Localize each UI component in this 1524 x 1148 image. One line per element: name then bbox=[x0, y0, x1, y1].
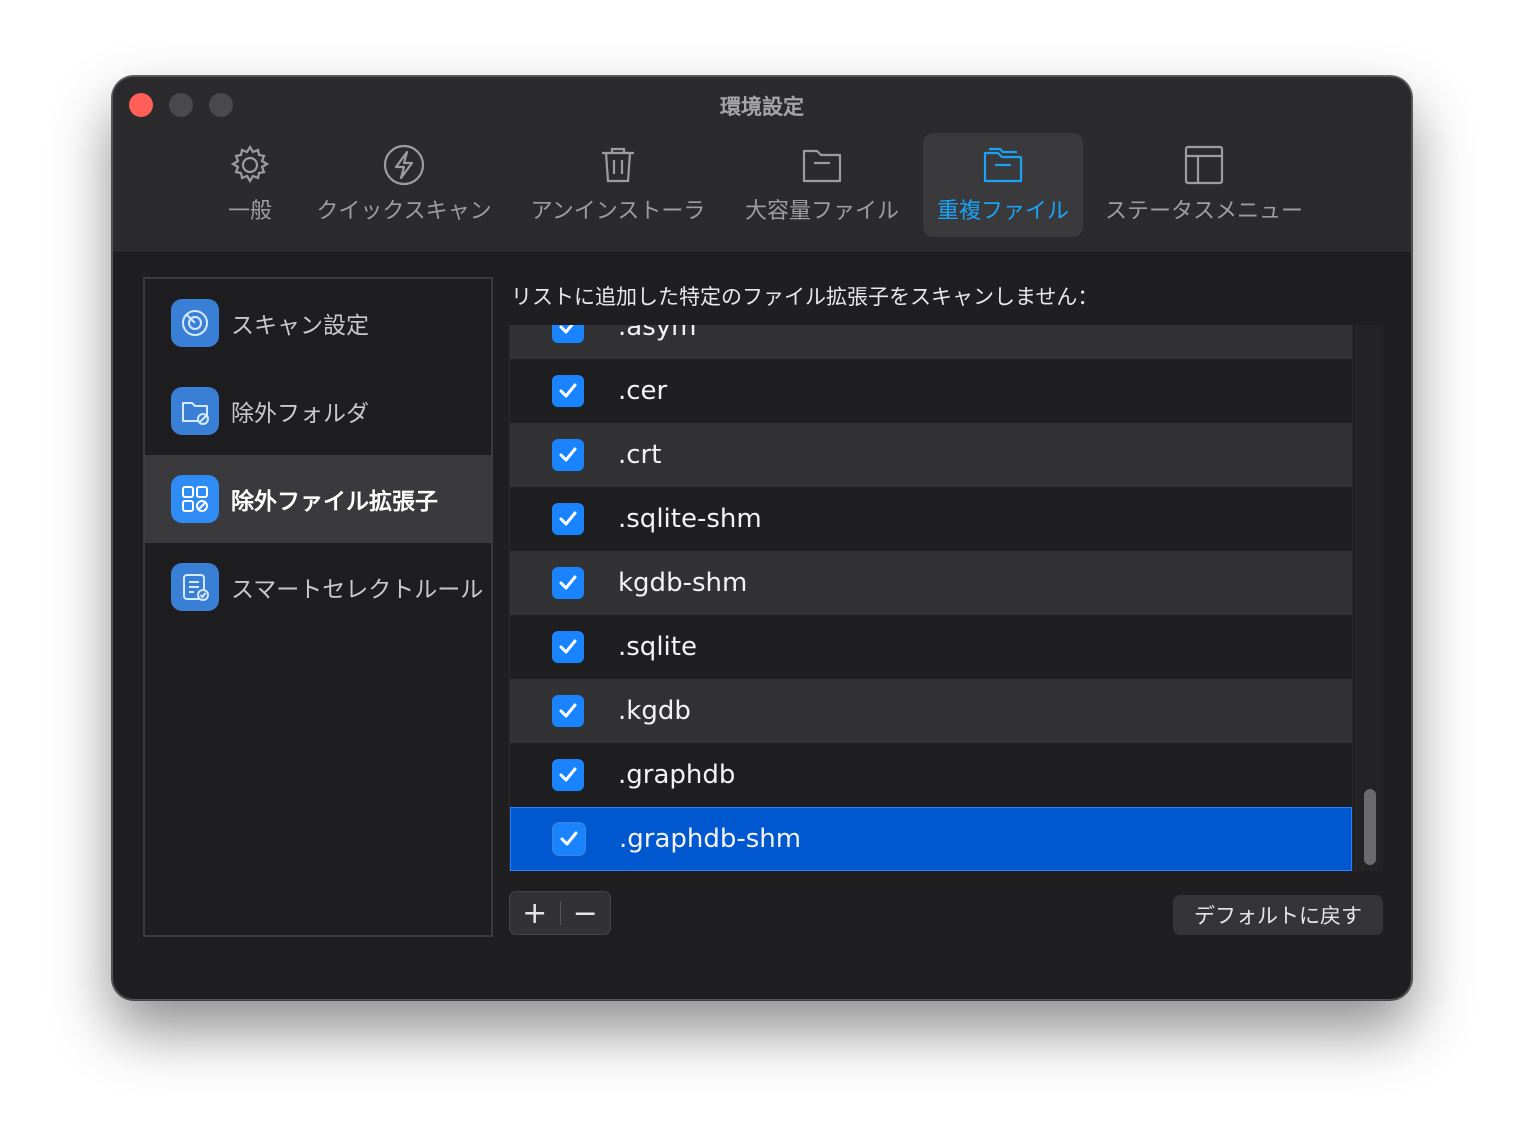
tab-uninstaller-label: アンインストーラ bbox=[530, 199, 706, 224]
tab-large-files-label: 大容量ファイル bbox=[744, 199, 899, 224]
tab-quick-scan-label: クイックスキャン bbox=[316, 199, 492, 224]
checkbox[interactable] bbox=[553, 823, 585, 855]
sidebar-item-label: 除外ファイル拡張子 bbox=[231, 489, 438, 515]
list-item[interactable]: .sqlite-shm bbox=[510, 487, 1352, 551]
list-item[interactable]: .kgdb bbox=[510, 679, 1352, 743]
extension-name: .cer bbox=[618, 376, 668, 406]
extension-list[interactable]: .asym .cer .crt .sqlite-shm kgdb-shm .sq… bbox=[509, 325, 1353, 871]
tab-status-menu[interactable]: ステータスメニュー bbox=[1103, 133, 1305, 237]
titlebar: 環境設定 一般 クイックスキャン アンインストーラ 大容量ファイル 重複ファイル… bbox=[113, 77, 1411, 253]
sidebar-item-scan-settings[interactable]: スキャン設定 bbox=[145, 279, 491, 367]
scan-radar-icon bbox=[171, 299, 219, 347]
sidebar-item-excluded-extensions[interactable]: 除外ファイル拡張子 bbox=[145, 455, 491, 543]
layout-icon bbox=[1182, 143, 1226, 187]
checkbox[interactable] bbox=[552, 631, 584, 663]
extension-name: .kgdb bbox=[618, 696, 691, 726]
folder-icon bbox=[800, 143, 844, 187]
extension-name: kgdb-shm bbox=[618, 568, 748, 598]
grid-exclude-icon bbox=[171, 475, 219, 523]
restore-defaults-button[interactable]: デフォルトに戻す bbox=[1173, 895, 1383, 935]
extension-name: .graphdb bbox=[618, 760, 736, 790]
rule-document-icon bbox=[171, 563, 219, 611]
sidebar-item-label: 除外フォルダ bbox=[231, 401, 369, 427]
sidebar-item-label: スマートセレクトルール bbox=[231, 577, 484, 603]
list-item[interactable]: .asym bbox=[510, 325, 1352, 359]
tab-duplicate-files[interactable]: 重複ファイル bbox=[923, 133, 1083, 237]
folder-exclude-icon bbox=[171, 387, 219, 435]
tab-large-files[interactable]: 大容量ファイル bbox=[739, 133, 905, 237]
list-item-selected[interactable]: .graphdb-shm bbox=[510, 807, 1352, 871]
sidebar-item-label: スキャン設定 bbox=[231, 313, 369, 339]
gear-icon bbox=[228, 143, 272, 187]
tab-general[interactable]: 一般 bbox=[213, 133, 287, 237]
checkbox[interactable] bbox=[552, 759, 584, 791]
sidebar-item-excluded-folders[interactable]: 除外フォルダ bbox=[145, 367, 491, 455]
extension-name: .crt bbox=[618, 440, 662, 470]
checkbox[interactable] bbox=[552, 325, 584, 343]
trash-icon bbox=[596, 143, 640, 187]
list-scrollbar[interactable] bbox=[1355, 325, 1383, 871]
list-item[interactable]: kgdb-shm bbox=[510, 551, 1352, 615]
sidebar-item-smart-select-rules[interactable]: スマートセレクトルール bbox=[145, 543, 491, 631]
checkbox[interactable] bbox=[552, 503, 584, 535]
duplicate-folder-icon bbox=[981, 143, 1025, 187]
lightning-icon bbox=[382, 143, 426, 187]
add-remove-control: + − bbox=[509, 891, 611, 935]
tab-quick-scan[interactable]: クイックスキャン bbox=[309, 133, 499, 237]
checkbox[interactable] bbox=[552, 375, 584, 407]
checkbox[interactable] bbox=[552, 695, 584, 727]
window-title: 環境設定 bbox=[720, 95, 804, 119]
scrollbar-thumb[interactable] bbox=[1364, 789, 1376, 865]
section-description: リストに追加した特定のファイル拡張子をスキャンしません： bbox=[511, 285, 1099, 309]
tab-duplicate-files-label: 重複ファイル bbox=[936, 199, 1069, 224]
remove-extension-button[interactable]: − bbox=[560, 892, 610, 934]
preferences-window: 環境設定 一般 クイックスキャン アンインストーラ 大容量ファイル 重複ファイル… bbox=[112, 76, 1412, 1000]
extension-name: .sqlite bbox=[618, 632, 697, 662]
checkbox[interactable] bbox=[552, 439, 584, 471]
settings-sidebar: スキャン設定 除外フォルダ 除外ファイル拡張子 スマートセレクトルール bbox=[143, 277, 493, 937]
list-item[interactable]: .sqlite bbox=[510, 615, 1352, 679]
tab-general-label: 一般 bbox=[227, 199, 272, 224]
add-extension-button[interactable]: + bbox=[510, 892, 560, 934]
list-item[interactable]: .cer bbox=[510, 359, 1352, 423]
checkbox[interactable] bbox=[552, 567, 584, 599]
extension-name: .asym bbox=[618, 325, 697, 342]
extension-name: .sqlite-shm bbox=[618, 504, 762, 534]
extension-name: .graphdb-shm bbox=[619, 824, 802, 854]
tab-status-menu-label: ステータスメニュー bbox=[1104, 199, 1303, 224]
list-item[interactable]: .crt bbox=[510, 423, 1352, 487]
tab-uninstaller[interactable]: アンインストーラ bbox=[523, 133, 713, 237]
list-item[interactable]: .graphdb bbox=[510, 743, 1352, 807]
